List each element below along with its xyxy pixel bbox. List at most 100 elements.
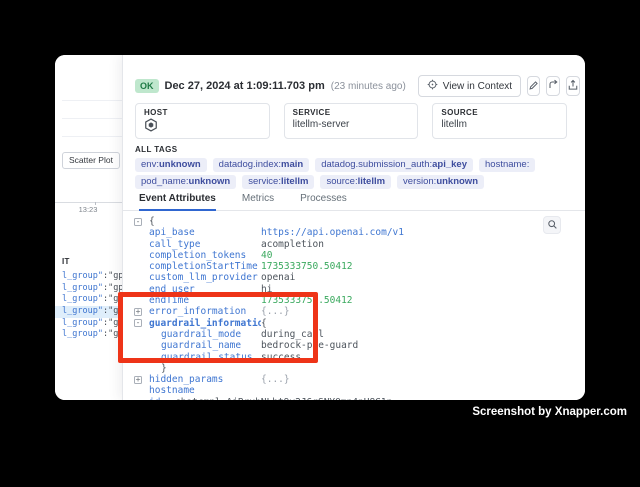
highlight-annotation-box: [118, 292, 318, 363]
list-column-header: IT: [62, 257, 70, 266]
view-in-context-label: View in Context: [443, 81, 512, 92]
tag-pill[interactable]: version:unknown: [397, 175, 484, 189]
all-tags-label: ALL TAGS: [135, 145, 571, 154]
tag-pill[interactable]: env:unknown: [135, 158, 207, 172]
service-value: litellm-server: [293, 119, 410, 130]
tag-value: litellm: [281, 176, 308, 187]
export-icon: [567, 79, 579, 94]
attribute-value: acompletion: [261, 239, 324, 250]
attribute-row[interactable]: idchatcmpl-AjBrxhNLht9v2J6rSNYOmp4pH8G1n: [123, 397, 585, 400]
expander-icon[interactable]: +: [134, 376, 142, 384]
background-row-divider: [62, 118, 122, 119]
export-button[interactable]: [566, 76, 580, 96]
attribute-value: }: [161, 363, 167, 374]
edit-pencil-icon: [528, 79, 539, 94]
attribute-row[interactable]: completionStartTime1735333750.50412: [123, 261, 585, 272]
tag-key: env:: [141, 159, 159, 170]
service-box[interactable]: SERVICE litellm-server: [284, 103, 419, 139]
status-badge: OK: [135, 79, 159, 93]
attribute-key: custom_llm_provider: [149, 272, 261, 283]
tag-list: env:unknowndatadog.index:maindatadog.sub…: [135, 158, 571, 189]
event-timestamp: Dec 27, 2024 at 1:09:11.703 pm: [165, 80, 325, 92]
axis-tick-label: 13:23: [73, 205, 103, 214]
link-arrow-button[interactable]: [546, 76, 560, 96]
attribute-value: 1735333750.50412: [261, 261, 353, 272]
list-item-key: l_group": [62, 329, 103, 339]
tag-value: unknown: [159, 159, 201, 170]
source-value: litellm: [441, 119, 558, 130]
tab[interactable]: Event Attributes: [139, 193, 216, 211]
scope-icon: [427, 79, 438, 93]
tag-pill[interactable]: source:litellm: [320, 175, 391, 189]
attribute-key: completion_tokens: [149, 250, 261, 261]
list-item-key: l_group": [62, 294, 103, 304]
tab-label: Metrics: [242, 193, 274, 204]
link-arrow-icon: [547, 79, 559, 94]
attribute-value: {...}: [261, 374, 290, 385]
all-tags-section: ALL TAGS env:unknowndatadog.index:mainda…: [123, 145, 585, 189]
list-item-key: l_group": [62, 271, 103, 281]
attribute-row[interactable]: }: [123, 363, 585, 374]
tag-pill[interactable]: hostname:: [479, 158, 535, 172]
tag-value: unknown: [189, 176, 231, 187]
attribute-row[interactable]: completion_tokens40: [123, 250, 585, 261]
attribute-row[interactable]: +hidden_params{...}: [123, 374, 585, 385]
info-boxes: HOST SERVICE litellm-server SOURCE litel…: [123, 103, 585, 139]
tag-value: api_key: [432, 159, 467, 170]
events-list-background: Scatter Plot 13:23 IT l_group":"gpt-4ol_…: [55, 55, 122, 400]
tag-key: service:: [248, 176, 281, 187]
tag-pill[interactable]: service:litellm: [242, 175, 314, 189]
attribute-value: chatcmpl-AjBrxhNLht9v2J6rSNYOmp4pH8G1n: [175, 397, 392, 400]
events-list: l_group":"gpt-4ol_group":"gpt-4ol_group"…: [55, 271, 122, 341]
list-item[interactable]: l_group":"gpt-4o: [55, 318, 122, 330]
host-hexagon-icon: [144, 118, 158, 137]
background-row-divider: [62, 136, 122, 137]
time-axis: [55, 202, 122, 203]
attribute-value: 40: [261, 250, 272, 261]
tag-key: hostname:: [485, 159, 529, 170]
list-item[interactable]: l_group":"gpt-4o: [55, 294, 122, 306]
panel-header: OK Dec 27, 2024 at 1:09:11.703 pm (23 mi…: [123, 55, 585, 97]
attribute-value: openai: [261, 272, 295, 283]
list-item[interactable]: l_group":"gpt-4o: [55, 283, 122, 295]
tag-key: pod_name:: [141, 176, 189, 187]
attribute-row[interactable]: api_basehttps://api.openai.com/v1: [123, 227, 585, 238]
attribute-key: call_type: [149, 239, 261, 250]
attribute-row[interactable]: custom_llm_provideropenai: [123, 272, 585, 283]
host-label: HOST: [144, 108, 261, 117]
source-label: SOURCE: [441, 108, 558, 117]
tag-pill[interactable]: datadog.index:main: [213, 158, 310, 172]
tab[interactable]: Metrics: [242, 193, 274, 210]
attribute-row[interactable]: hostname: [123, 385, 585, 396]
list-item[interactable]: l_group":"gpt-4o: [55, 271, 122, 283]
tab[interactable]: Processes: [300, 193, 347, 210]
tag-key: datadog.submission_auth:: [321, 159, 432, 170]
tag-key: version:: [403, 176, 436, 187]
attribute-row[interactable]: -{: [123, 216, 585, 227]
attribute-key: completionStartTime: [149, 261, 261, 272]
expander-icon[interactable]: -: [134, 218, 142, 226]
tag-pill[interactable]: pod_name:unknown: [135, 175, 236, 189]
source-box[interactable]: SOURCE litellm: [432, 103, 567, 139]
view-in-context-button[interactable]: View in Context: [418, 75, 521, 97]
attribute-row[interactable]: call_typeacompletion: [123, 239, 585, 250]
attribute-value[interactable]: https://api.openai.com/v1: [261, 227, 404, 238]
list-item[interactable]: l_group":"gpt-4o: [55, 329, 122, 341]
watermark: Screenshot by Xnapper.com: [472, 406, 627, 418]
list-item-key: l_group": [62, 283, 103, 293]
attribute-key: api_base: [149, 227, 261, 238]
attribute-key: hostname: [149, 385, 261, 396]
app-window: Scatter Plot 13:23 IT l_group":"gpt-4ol_…: [55, 55, 585, 400]
tag-pill[interactable]: datadog.submission_auth:api_key: [315, 158, 473, 172]
list-item-value: :"gpt-4o: [103, 271, 122, 281]
scatter-plot-button[interactable]: Scatter Plot: [62, 152, 120, 169]
tag-key: source:: [326, 176, 357, 187]
tag-key: datadog.index:: [219, 159, 281, 170]
host-box[interactable]: HOST: [135, 103, 270, 139]
panel-tabs: Event Attributes Metrics Processes: [123, 189, 585, 211]
list-item-key: l_group": [62, 306, 103, 316]
list-item[interactable]: l_group":"gpt-4o: [55, 306, 122, 318]
list-item-key: l_group": [62, 318, 103, 328]
tag-value: litellm: [358, 176, 385, 187]
edit-button[interactable]: [527, 76, 540, 96]
